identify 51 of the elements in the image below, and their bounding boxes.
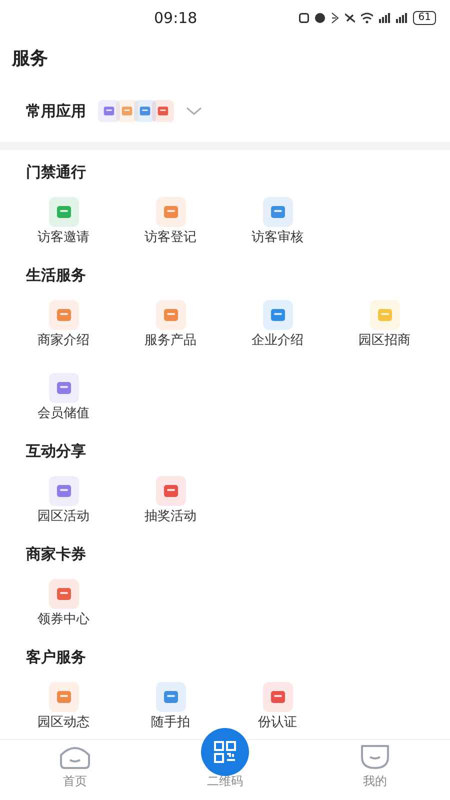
service-icon <box>156 476 186 506</box>
section-title: 互动分享 <box>25 440 87 462</box>
profile-icon <box>359 743 391 769</box>
service-label[interactable]: 抽奖活动 <box>144 508 196 526</box>
qr-code-button[interactable] <box>201 728 249 776</box>
service-icon <box>48 197 78 227</box>
service-label[interactable]: 领券中心 <box>38 611 90 629</box>
service-label[interactable]: 访客邀请 <box>38 229 90 247</box>
tab-label[interactable]: 二维码 <box>207 773 243 790</box>
service-icon <box>48 300 78 330</box>
service-icon <box>48 579 78 609</box>
section-title: 生活服务 <box>24 264 87 286</box>
signal-icon <box>396 12 408 24</box>
service-icon <box>156 682 186 712</box>
service-icon <box>48 682 78 712</box>
service-icon <box>262 300 292 330</box>
service-label[interactable]: 会员储值 <box>38 405 90 423</box>
service-icon <box>48 373 78 403</box>
service-icon <box>370 300 400 330</box>
service-icon <box>156 197 186 227</box>
chevron-down-icon[interactable] <box>186 106 202 116</box>
tab-label[interactable]: 首页 <box>63 773 87 790</box>
service-icon <box>262 682 292 712</box>
service-label[interactable]: 园区活动 <box>38 508 90 526</box>
app-icon <box>116 100 138 122</box>
section-title: 客户服务 <box>25 646 87 668</box>
wifi-icon <box>361 12 374 24</box>
service-label[interactable]: 访客登记 <box>144 229 196 247</box>
service-icon <box>156 300 186 330</box>
signal-icon <box>379 12 390 24</box>
battery-level: 61 <box>413 11 436 25</box>
tab-label[interactable]: 我的 <box>363 773 387 790</box>
service-icon <box>262 197 292 227</box>
service-label[interactable]: 份认证 <box>258 714 297 732</box>
page-title: 服务 <box>10 47 49 71</box>
qr-code-icon <box>214 741 236 763</box>
section-title: 商家卡券 <box>25 544 87 564</box>
app-icon <box>98 100 120 122</box>
favorites-label: 常用应用 <box>26 102 86 120</box>
service-label[interactable]: 随手拍 <box>151 714 190 732</box>
service-label[interactable]: 企业介绍 <box>252 332 304 350</box>
service-label[interactable]: 商家介绍 <box>38 332 90 350</box>
service-label[interactable]: 服务产品 <box>144 332 196 350</box>
service-label[interactable]: 访客审核 <box>252 229 304 247</box>
app-icon <box>134 100 156 122</box>
service-icon <box>48 476 78 506</box>
app-icon <box>152 100 174 122</box>
service-label[interactable]: 园区招商 <box>358 332 410 350</box>
status-time: 09:18 <box>153 9 198 27</box>
service-label[interactable]: 园区动态 <box>38 714 90 732</box>
section-title: 门禁通行 <box>25 162 87 182</box>
